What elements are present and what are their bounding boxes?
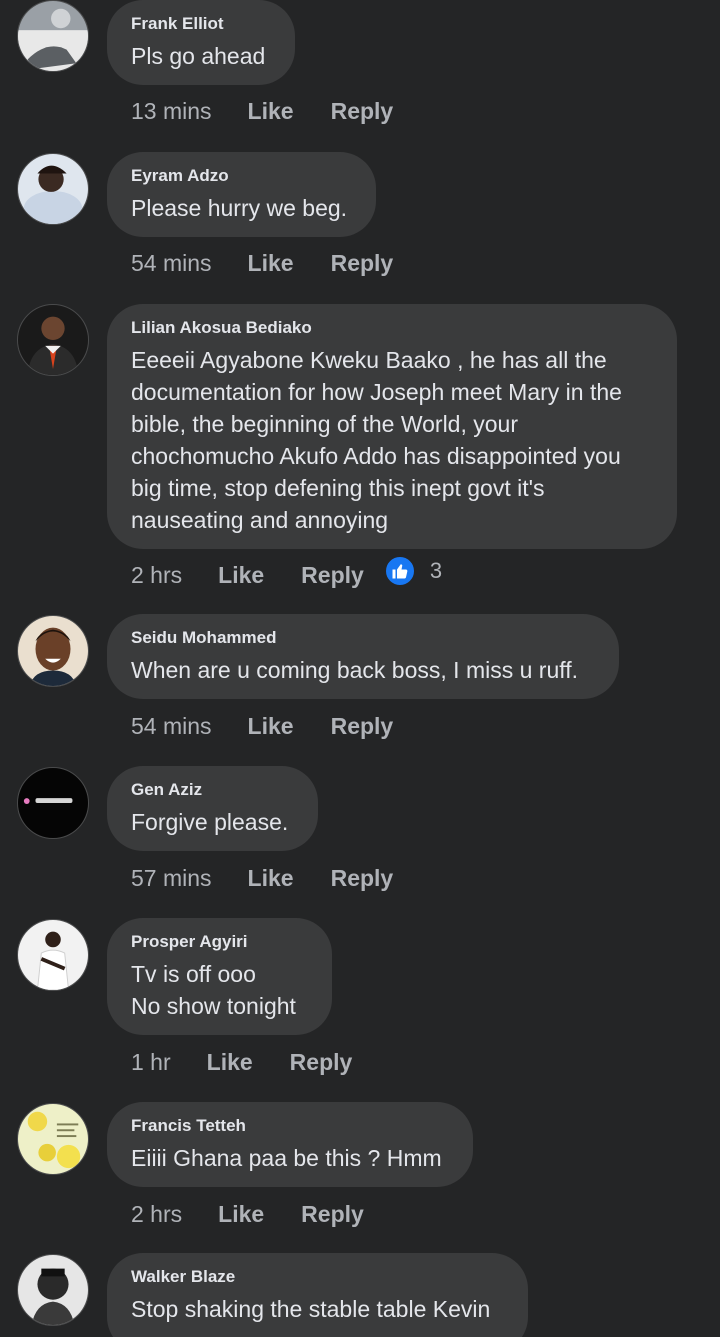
reply-button[interactable]: Reply bbox=[290, 1049, 353, 1076]
comment-bubble[interactable]: Frank Elliot Pls go ahead bbox=[107, 0, 295, 85]
comment-actions: 54 mins Like Reply bbox=[131, 711, 393, 741]
like-button[interactable]: Like bbox=[248, 98, 294, 125]
profile-photo-icon bbox=[18, 1255, 88, 1325]
comment-actions: 2 hrs Like Reply 3 bbox=[131, 555, 442, 590]
comment-line: Please hurry we beg. bbox=[131, 195, 348, 221]
comment-line: nauseating and annoying bbox=[131, 507, 389, 533]
comment-time: 54 mins bbox=[131, 712, 212, 739]
reply-button[interactable]: Reply bbox=[331, 250, 394, 277]
comment-bubble[interactable]: Seidu Mohammed When are u coming back bo… bbox=[107, 614, 619, 699]
avatar[interactable] bbox=[17, 767, 89, 839]
comment-line: Pls go ahead bbox=[131, 43, 266, 69]
comment-line: chochomucho Akufo Addo has disappointed … bbox=[131, 443, 621, 469]
profile-photo-icon bbox=[18, 768, 88, 838]
reply-button[interactable]: Reply bbox=[301, 562, 364, 589]
profile-photo-icon bbox=[18, 920, 88, 990]
comment-bubble[interactable]: Eyram Adzo Please hurry we beg. bbox=[107, 152, 376, 237]
comment-time: 2 hrs bbox=[131, 1200, 183, 1227]
profile-photo-icon bbox=[18, 1, 88, 71]
comment-bubble[interactable]: Lilian Akosua Bediako Eeeeii Agyabone Kw… bbox=[107, 304, 677, 549]
comment-text: When are u coming back boss, I miss u ru… bbox=[131, 654, 595, 686]
comment-time: 2 hrs bbox=[131, 561, 183, 588]
comment-time: 1 hr bbox=[131, 1048, 171, 1075]
comment-actions: 1 hr Like Reply bbox=[131, 1047, 352, 1077]
comment-author[interactable]: Seidu Mohammed bbox=[131, 628, 595, 648]
avatar[interactable] bbox=[17, 615, 89, 687]
comment-line: Forgive please. bbox=[131, 809, 289, 835]
comment-text: Eeeeii Agyabone Kweku Baako , he has all… bbox=[131, 344, 653, 536]
profile-photo-icon bbox=[18, 616, 88, 686]
comment-author[interactable]: Francis Tetteh bbox=[131, 1116, 449, 1136]
avatar[interactable] bbox=[17, 1103, 89, 1175]
reply-button[interactable]: Reply bbox=[331, 865, 394, 892]
comment-line: documentation for how Joseph meet Mary i… bbox=[131, 379, 622, 405]
profile-photo-icon bbox=[18, 1104, 88, 1174]
reply-button[interactable]: Reply bbox=[331, 713, 394, 740]
comment-line: No show tonight bbox=[131, 993, 296, 1019]
comment-text: Please hurry we beg. bbox=[131, 192, 352, 224]
like-button[interactable]: Like bbox=[218, 1201, 264, 1228]
thumbs-up-icon bbox=[383, 555, 416, 587]
like-button[interactable]: Like bbox=[207, 1049, 253, 1076]
comment-text: Pls go ahead bbox=[131, 40, 271, 72]
comment-bubble[interactable]: Walker Blaze Stop shaking the stable tab… bbox=[107, 1253, 528, 1337]
profile-photo-icon bbox=[18, 305, 88, 375]
avatar[interactable] bbox=[17, 304, 89, 376]
comment-actions: 54 mins Like Reply bbox=[131, 248, 393, 278]
comment-author[interactable]: Prosper Agyiri bbox=[131, 932, 308, 952]
comment-actions: 13 mins Like Reply bbox=[131, 96, 393, 126]
comment-line: Eiiii Ghana paa be this ? Hmm bbox=[131, 1145, 442, 1171]
comment-text: Stop shaking the stable table Kevin bbox=[131, 1293, 504, 1325]
comment-author[interactable]: Frank Elliot bbox=[131, 14, 271, 34]
comment-author[interactable]: Walker Blaze bbox=[131, 1267, 504, 1287]
reply-button[interactable]: Reply bbox=[331, 98, 394, 125]
comment-author[interactable]: Lilian Akosua Bediako bbox=[131, 318, 653, 338]
comment-text: Tv is off ooo No show tonight bbox=[131, 958, 308, 1022]
comment-author[interactable]: Eyram Adzo bbox=[131, 166, 352, 186]
comment-line: bible, the beginning of the World, your bbox=[131, 411, 518, 437]
like-button[interactable]: Like bbox=[218, 562, 264, 589]
comment-author[interactable]: Gen Aziz bbox=[131, 780, 294, 800]
comment-bubble[interactable]: Prosper Agyiri Tv is off ooo No show ton… bbox=[107, 918, 332, 1035]
comment-line: Tv is off ooo bbox=[131, 961, 256, 987]
comment-actions: 57 mins Like Reply bbox=[131, 863, 393, 893]
reply-button[interactable]: Reply bbox=[301, 1201, 364, 1228]
profile-photo-icon bbox=[18, 154, 88, 224]
like-button[interactable]: Like bbox=[248, 865, 294, 892]
comment-text: Forgive please. bbox=[131, 806, 294, 838]
comment-text: Eiiii Ghana paa be this ? Hmm bbox=[131, 1142, 449, 1174]
comment-time: 54 mins bbox=[131, 249, 212, 276]
comment-line: Stop shaking the stable table Kevin bbox=[131, 1296, 491, 1322]
comment-line: Eeeeii Agyabone Kweku Baako , he has all… bbox=[131, 347, 607, 373]
avatar[interactable] bbox=[17, 153, 89, 225]
reaction-count: 3 bbox=[429, 558, 443, 583]
like-button[interactable]: Like bbox=[248, 713, 294, 740]
avatar[interactable] bbox=[17, 919, 89, 991]
comment-bubble[interactable]: Gen Aziz Forgive please. bbox=[107, 766, 318, 851]
comment-time: 13 mins bbox=[131, 97, 212, 124]
like-button[interactable]: Like bbox=[248, 250, 294, 277]
avatar[interactable] bbox=[17, 0, 89, 72]
avatar[interactable] bbox=[17, 1254, 89, 1326]
comment-line: big time, stop defening this inept govt … bbox=[131, 475, 545, 501]
comment-bubble[interactable]: Francis Tetteh Eiiii Ghana paa be this ?… bbox=[107, 1102, 473, 1187]
comment-actions: 2 hrs Like Reply bbox=[131, 1199, 364, 1229]
comment-time: 57 mins bbox=[131, 864, 212, 891]
comment-line: When are u coming back boss, I miss u ru… bbox=[131, 657, 578, 683]
reaction-summary[interactable]: 3 bbox=[383, 555, 443, 587]
